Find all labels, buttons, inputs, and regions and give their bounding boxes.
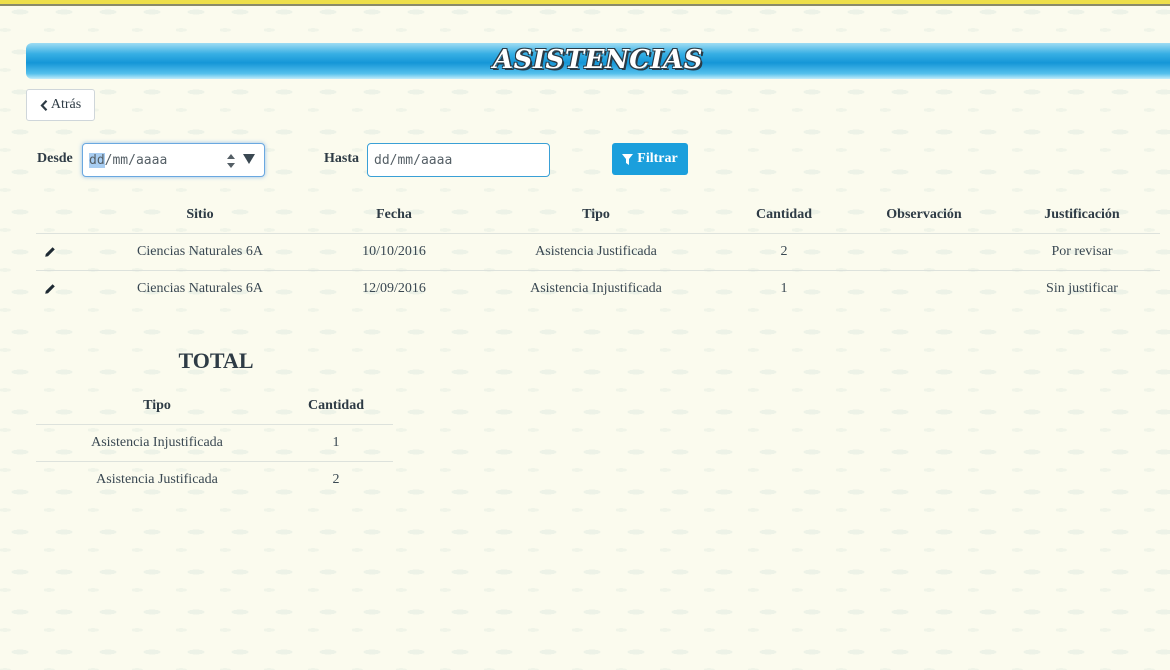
header-cantidad: Cantidad — [755, 207, 813, 222]
total-header-cantidad: Cantidad — [307, 398, 365, 413]
header-justificacion: Justificación — [1044, 207, 1120, 222]
total-cell-cantidad: 2 — [332, 472, 340, 487]
page-banner: ASISTENCIAS — [26, 43, 1170, 79]
pencil-icon[interactable] — [44, 283, 56, 295]
header-sitio: Sitio — [186, 207, 214, 222]
cell-cantidad: 1 — [780, 281, 788, 296]
cell-justificacion: Por revisar — [1051, 244, 1113, 259]
cell-sitio: Ciencias Naturales 6A — [137, 244, 263, 259]
page-title: ASISTENCIAS — [492, 45, 704, 75]
filter-button[interactable]: Filtrar — [612, 143, 688, 175]
back-button-label: Atrás — [50, 97, 82, 112]
header-observacion: Observación — [886, 207, 962, 222]
desde-date-input[interactable]: dd/mm/aaaa — [82, 143, 265, 177]
desde-day-segment[interactable]: dd — [89, 152, 105, 168]
header-tipo: Tipo — [582, 207, 610, 222]
total-cell-tipo: Asistencia Justificada — [96, 472, 218, 487]
filter-icon — [622, 153, 634, 165]
total-cell-tipo: Asistencia Injustificada — [91, 435, 223, 450]
total-divider — [36, 461, 393, 462]
desde-rest-segment: /mm/aaaa — [104, 152, 168, 168]
chevron-left-icon — [40, 99, 48, 111]
cell-justificacion: Sin justificar — [1046, 281, 1118, 296]
cell-sitio: Ciencias Naturales 6A — [137, 281, 263, 296]
total-divider — [36, 424, 393, 425]
cell-tipo: Asistencia Justificada — [535, 244, 657, 259]
total-cell-cantidad: 1 — [332, 435, 340, 450]
cell-cantidad: 2 — [780, 244, 788, 259]
desde-label: Desde — [37, 151, 73, 166]
total-title: TOTAL — [178, 348, 254, 373]
hasta-date-input[interactable]: dd/mm/aaaa — [367, 143, 550, 177]
cell-tipo: Asistencia Injustificada — [530, 281, 662, 296]
header-fecha: Fecha — [376, 207, 412, 222]
dropdown-arrow-icon[interactable] — [243, 154, 255, 164]
hasta-label: Hasta — [324, 151, 359, 166]
cell-fecha: 12/09/2016 — [362, 281, 426, 296]
total-header-tipo: Tipo — [143, 398, 171, 413]
back-button[interactable]: Atrás — [26, 89, 95, 121]
spinner-icon[interactable] — [226, 151, 236, 171]
filter-button-label: Filtrar — [637, 151, 678, 166]
cell-fecha: 10/10/2016 — [362, 244, 426, 259]
table-divider — [36, 270, 1160, 271]
top-border — [0, 0, 1170, 6]
table-divider — [36, 233, 1160, 234]
pencil-icon[interactable] — [44, 246, 56, 258]
hasta-date-value: dd/mm/aaaa — [374, 152, 453, 168]
